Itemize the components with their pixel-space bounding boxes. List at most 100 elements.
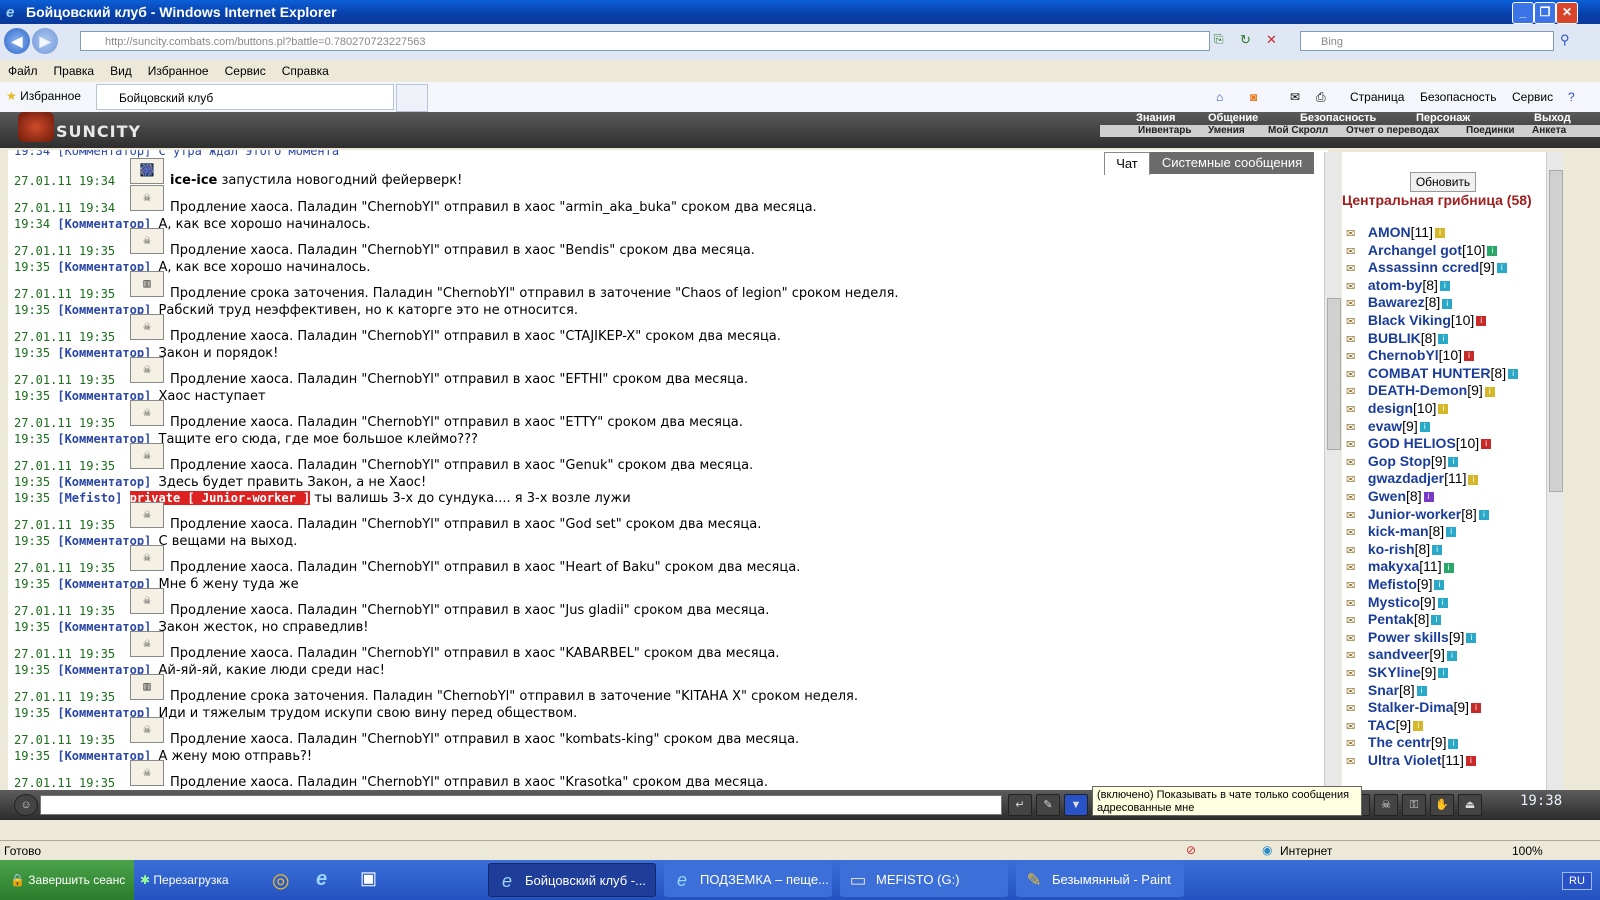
user-list-item[interactable]: ✉ AMON[11] i: [1346, 224, 1445, 241]
user-info-icon[interactable]: i: [1438, 404, 1449, 415]
user-list-item[interactable]: ✉ Snar[8] i: [1346, 682, 1427, 699]
user-name[interactable]: sandveer: [1368, 646, 1429, 662]
user-list-item[interactable]: ✉ Bawarez[8] i: [1346, 294, 1453, 311]
chrome-icon[interactable]: ◎: [272, 868, 289, 893]
user-info-icon[interactable]: i: [1434, 580, 1445, 591]
user-name[interactable]: atom-by: [1368, 277, 1422, 293]
user-list-item[interactable]: ✉ Ultra Violet[11] i: [1346, 752, 1476, 769]
user-name[interactable]: The centr: [1368, 734, 1431, 750]
popup-blocked-icon[interactable]: ⊘: [1186, 843, 1196, 857]
address-bar[interactable]: http://suncity.combats.com/buttons.pl?ba…: [80, 31, 1210, 51]
chat-scrollbar[interactable]: [1324, 152, 1341, 792]
page-menu[interactable]: Страница: [1350, 90, 1404, 104]
nav-character[interactable]: Персонаж: [1416, 112, 1470, 124]
private-message-icon[interactable]: ✉: [1346, 315, 1364, 329]
user-list-item[interactable]: ✉ makyxa[11] i: [1346, 558, 1454, 575]
user-name[interactable]: Power skills: [1368, 629, 1449, 645]
print-icon[interactable]: ⎙: [1316, 90, 1326, 105]
user-name[interactable]: BUBLIK: [1368, 330, 1421, 346]
user-list-item[interactable]: ✉ ko-rish[8] i: [1346, 541, 1443, 558]
clear-icon[interactable]: ✎: [1036, 794, 1060, 816]
stop-icon[interactable]: ✕: [1266, 32, 1288, 52]
user-info-icon[interactable]: i: [1468, 474, 1479, 485]
private-message-icon[interactable]: ✉: [1346, 667, 1364, 681]
nav-inventory[interactable]: Инвентарь: [1138, 125, 1192, 136]
private-message-icon[interactable]: ✉: [1346, 561, 1364, 575]
user-info-icon[interactable]: i: [1419, 421, 1430, 432]
user-list-item[interactable]: ✉ design[10] i: [1346, 400, 1449, 417]
user-info-icon[interactable]: i: [1496, 263, 1507, 274]
user-list-item[interactable]: ✉ The centr[9] i: [1346, 734, 1459, 751]
user-list-item[interactable]: ✉ Junior-worker[8] i: [1346, 506, 1489, 523]
task-combats[interactable]: e Бойцовский клуб -...: [488, 863, 656, 897]
user-list-item[interactable]: ✉ gwazdadjer[11] i: [1346, 470, 1479, 487]
skull-icon[interactable]: ☠: [1374, 794, 1398, 816]
user-name[interactable]: Junior-worker: [1368, 506, 1461, 522]
user-name[interactable]: GOD HELIOS: [1368, 435, 1456, 451]
menu-help[interactable]: Справка: [274, 60, 337, 82]
ie-quicklaunch-icon[interactable]: e: [316, 868, 327, 891]
restart-button[interactable]: ✱ Перезагрузка: [140, 860, 229, 900]
private-message-icon[interactable]: ✉: [1346, 227, 1364, 241]
message-author[interactable]: ice-ice: [170, 173, 217, 188]
user-info-icon[interactable]: i: [1466, 633, 1477, 644]
user-info-icon[interactable]: i: [1434, 228, 1445, 239]
exit-icon[interactable]: ⏏: [1458, 794, 1482, 816]
user-list-item[interactable]: ✉ Mystico[9] i: [1346, 594, 1448, 611]
private-message-icon[interactable]: ✉: [1346, 385, 1364, 399]
user-info-icon[interactable]: i: [1446, 650, 1457, 661]
task-paint[interactable]: ✎ Безымянный - Paint: [1016, 863, 1184, 897]
user-list-item[interactable]: ✉ Gop Stop[9] i: [1346, 453, 1459, 470]
private-message-icon[interactable]: ✉: [1346, 685, 1364, 699]
private-message-icon[interactable]: ✉: [1346, 350, 1364, 364]
browser-tab[interactable]: Бойцовский клуб: [96, 84, 394, 110]
user-name[interactable]: COMBAT HUNTER: [1368, 365, 1491, 381]
user-info-icon[interactable]: i: [1465, 756, 1476, 767]
user-info-icon[interactable]: i: [1487, 245, 1498, 256]
user-name[interactable]: TAC: [1368, 717, 1396, 733]
menu-view[interactable]: Вид: [102, 60, 140, 82]
user-info-icon[interactable]: i: [1478, 509, 1489, 520]
tab-system-messages[interactable]: Системные сообщения: [1150, 152, 1314, 174]
user-name[interactable]: Stalker-Dima: [1368, 699, 1454, 715]
user-name[interactable]: Black Viking: [1368, 312, 1451, 328]
back-button[interactable]: ◀: [4, 28, 30, 54]
user-info-icon[interactable]: i: [1471, 703, 1482, 714]
favorites-button[interactable]: ★ Избранное: [6, 89, 81, 103]
private-message-icon[interactable]: ✉: [1346, 456, 1364, 470]
private-message-icon[interactable]: ✉: [1346, 597, 1364, 611]
user-list-item[interactable]: ✉ Archangel got[10] i: [1346, 242, 1498, 259]
smiles-icon[interactable]: ☺: [14, 794, 38, 816]
private-message-icon[interactable]: ✉: [1346, 421, 1364, 435]
nav-duels[interactable]: Поединки: [1466, 125, 1515, 136]
private-message-icon[interactable]: ✉: [1346, 702, 1364, 716]
user-info-icon[interactable]: i: [1484, 386, 1495, 397]
user-name[interactable]: makyxa: [1368, 558, 1419, 574]
nav-skills[interactable]: Умения: [1208, 125, 1245, 136]
user-list-item[interactable]: ✉ Stalker-Dima[9] i: [1346, 699, 1482, 716]
user-info-icon[interactable]: i: [1437, 597, 1448, 608]
user-list-item[interactable]: ✉ Pentak[8] i: [1346, 611, 1442, 628]
user-info-icon[interactable]: i: [1448, 457, 1459, 468]
user-info-icon[interactable]: i: [1481, 439, 1492, 450]
private-message-icon[interactable]: ✉: [1346, 544, 1364, 558]
search-icon[interactable]: ⚲: [1560, 32, 1570, 48]
user-name[interactable]: design: [1368, 400, 1413, 416]
user-list-item[interactable]: ✉ TAC[9] i: [1346, 717, 1424, 734]
tab-chat[interactable]: Чат: [1104, 152, 1150, 175]
private-message-icon[interactable]: ✉: [1346, 262, 1364, 276]
private-message-icon[interactable]: ✉: [1346, 333, 1364, 347]
send-icon[interactable]: ↵: [1008, 794, 1032, 816]
private-sender[interactable]: [Mefisto]: [57, 491, 122, 505]
user-name[interactable]: ko-rish: [1368, 541, 1415, 557]
user-list-item[interactable]: ✉ Black Viking[10] i: [1346, 312, 1487, 329]
user-info-icon[interactable]: i: [1432, 545, 1443, 556]
forward-button[interactable]: ▶: [32, 28, 58, 54]
user-name[interactable]: Assassinn ccred: [1368, 259, 1479, 275]
menu-tools[interactable]: Сервис: [217, 60, 274, 82]
lock-icon[interactable]: ⚿: [1402, 794, 1426, 816]
user-name[interactable]: Bawarez: [1368, 294, 1425, 310]
user-list-item[interactable]: ✉ DEATH-Demon[9] i: [1346, 382, 1495, 399]
private-message-icon[interactable]: ✉: [1346, 491, 1364, 505]
refresh-button[interactable]: Обновить: [1410, 172, 1476, 192]
